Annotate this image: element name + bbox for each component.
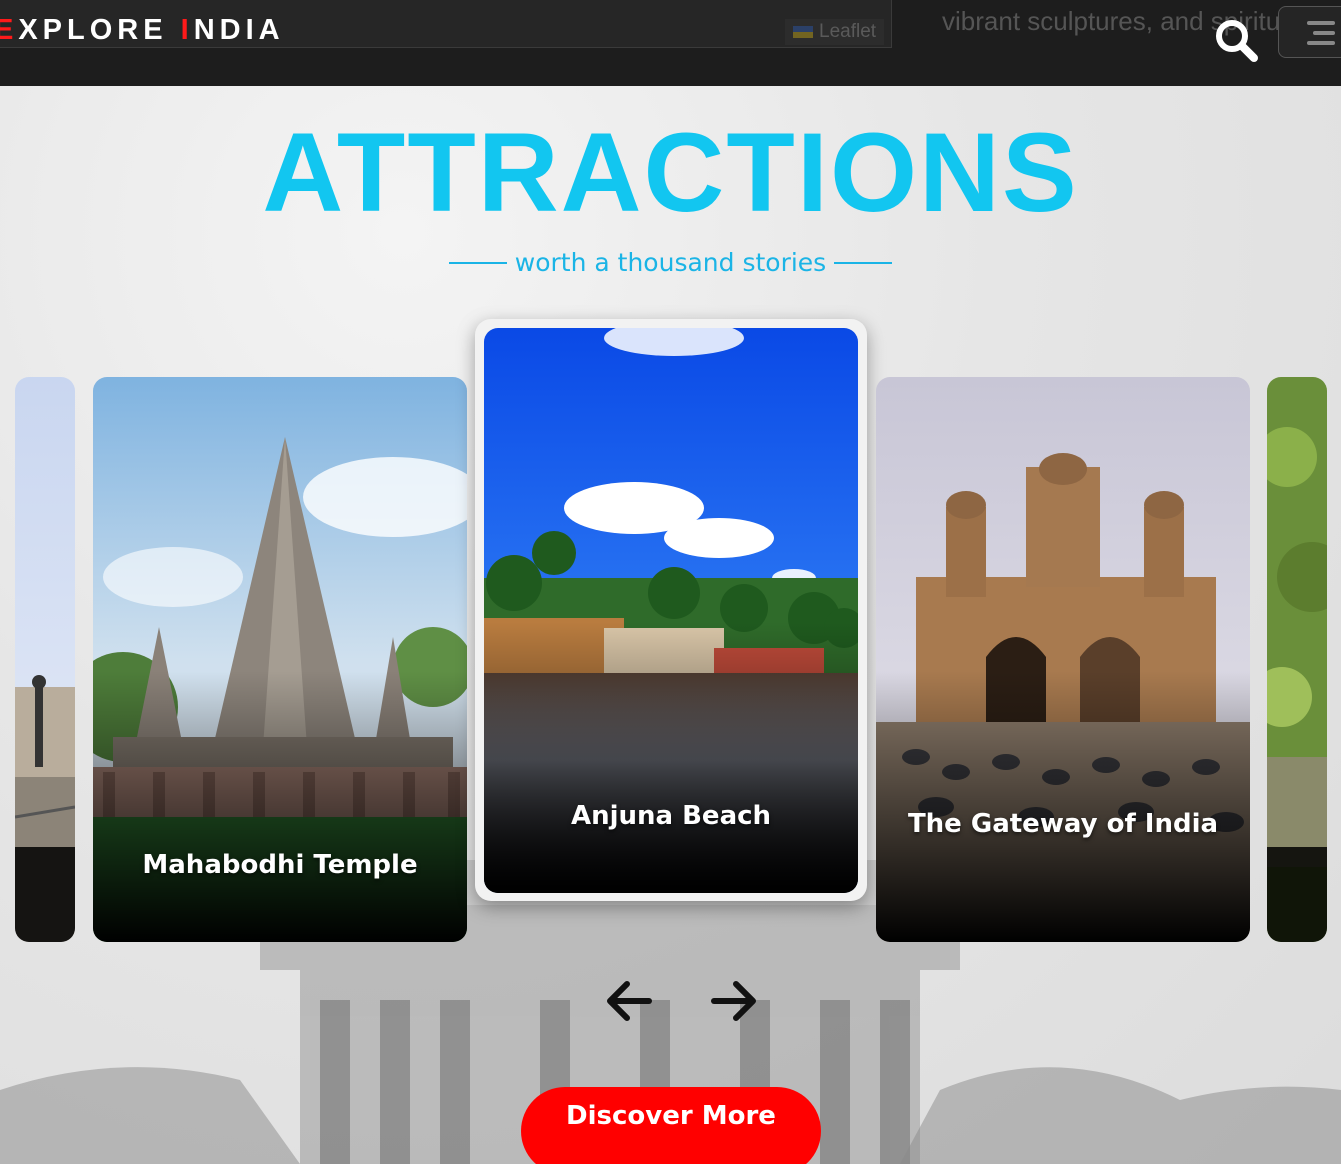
logo-initial-i: I [180, 14, 194, 46]
map-attribution-label: Leaflet [819, 21, 877, 42]
logo-word-india: NDIA [193, 14, 285, 46]
discover-more-button[interactable]: Discover More [521, 1087, 821, 1164]
search-button[interactable] [1212, 16, 1260, 64]
map-attribution[interactable]: Leaflet [785, 19, 885, 45]
section-subheading: worth a thousand stories [0, 248, 1341, 277]
divider-line [834, 261, 893, 264]
ukraine-flag-icon [793, 26, 813, 38]
card-image [15, 377, 75, 942]
divider-line [448, 261, 507, 264]
search-icon [1216, 20, 1258, 62]
hamburger-menu-icon [1307, 21, 1335, 25]
menu-button[interactable] [1278, 6, 1341, 58]
card-title: Mahabodhi Temple [142, 850, 418, 880]
logo-initial-e: E [0, 14, 19, 46]
carousel-card-active[interactable]: Anjuna Beach [484, 328, 858, 893]
carousel-card[interactable]: The Gateway of India [876, 377, 1250, 942]
carousel-next-button[interactable] [708, 976, 760, 1026]
card-title: The Gateway of India [907, 809, 1219, 839]
carousel-card-partial-right[interactable] [1267, 377, 1327, 942]
arrow-right-icon [711, 981, 756, 1021]
section-heading: ATTRACTIONS [262, 110, 1079, 235]
card-image [1267, 377, 1327, 942]
top-navbar: Leaflet vibrant sculptures, and spiritu … [0, 0, 1341, 86]
carousel-card[interactable]: Mahabodhi Temple [93, 377, 467, 942]
carousel-prev-button[interactable] [603, 976, 655, 1026]
arrow-left-icon [607, 981, 652, 1021]
card-title: Anjuna Beach [570, 801, 772, 831]
card-overlay [93, 670, 467, 942]
hamburger-line [1313, 31, 1335, 35]
carousel-card-partial-left[interactable] [15, 377, 75, 942]
hamburger-line [1307, 41, 1335, 45]
card-overlay [484, 621, 858, 893]
subheading-text: worth a thousand stories [514, 248, 827, 277]
site-logo[interactable]: EXPLORE INDIA [0, 14, 285, 47]
logo-word-explore: XPLORE [18, 14, 181, 46]
